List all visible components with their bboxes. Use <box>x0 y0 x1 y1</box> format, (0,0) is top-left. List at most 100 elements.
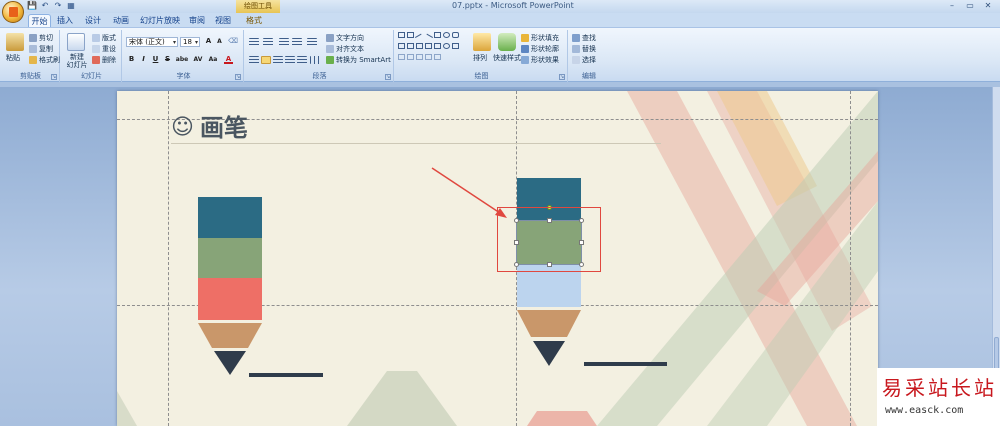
line-icon[interactable] <box>414 33 425 43</box>
font-name-combo[interactable]: 宋体 (正文) ▾ <box>126 37 178 47</box>
pencil1-coral-block[interactable] <box>198 278 262 320</box>
font-launcher-icon[interactable]: ↘ <box>235 74 241 80</box>
slide-title[interactable]: ☺ 画笔 <box>171 115 248 141</box>
oval-icon[interactable] <box>443 32 450 38</box>
paste-button[interactable]: 粘贴 <box>6 53 20 63</box>
tab-slide-show[interactable]: 幻灯片放映 <box>138 14 182 27</box>
quick-styles-button[interactable]: 快速样式 <box>493 53 521 63</box>
strikethrough-button[interactable]: S <box>163 55 172 64</box>
tab-view[interactable]: 视图 <box>212 14 234 27</box>
columns-icon[interactable] <box>310 56 320 64</box>
triangle-icon[interactable] <box>398 43 405 49</box>
close-button[interactable]: ✕ <box>980 0 996 11</box>
annotation-highlight-box <box>497 207 601 272</box>
pencil1-line[interactable] <box>249 373 323 377</box>
curve-icon[interactable] <box>398 54 405 60</box>
tab-review[interactable]: 审阅 <box>186 14 208 27</box>
rounded-rect-icon[interactable] <box>452 32 459 38</box>
font-size-combo[interactable]: 18 ▾ <box>180 37 200 47</box>
text-direction-button[interactable]: 文字方向 <box>326 33 364 43</box>
save-icon[interactable]: 💾 <box>27 1 37 11</box>
format-painter-button[interactable]: 格式刷 <box>29 55 60 65</box>
annotation-arrow-icon <box>431 167 507 218</box>
line-spacing-icon[interactable] <box>307 38 317 46</box>
textbox-icon[interactable] <box>407 32 414 38</box>
clipboard-launcher-icon[interactable]: ↘ <box>51 74 57 80</box>
rect-shape-icon[interactable] <box>434 32 441 38</box>
convert-smartart-button[interactable]: 转换为 SmartArt <box>326 55 391 65</box>
tab-format[interactable]: 格式 <box>241 14 267 27</box>
cut-button[interactable]: 剪切 <box>29 33 53 43</box>
slide-canvas[interactable]: ☺ 画笔 <box>117 91 878 426</box>
reset-button[interactable]: 重设 <box>92 44 116 54</box>
bullets-icon[interactable] <box>249 38 259 46</box>
replace-button[interactable]: 替换 <box>572 44 596 54</box>
smiley-icon[interactable] <box>443 43 450 49</box>
tab-animations[interactable]: 动画 <box>110 14 132 27</box>
pencil1-tip[interactable] <box>198 323 263 378</box>
freeform-icon[interactable] <box>407 54 414 60</box>
copy-button[interactable]: 复制 <box>29 44 53 54</box>
star-icon[interactable] <box>434 54 441 60</box>
char-spacing-button[interactable]: AV <box>192 55 204 64</box>
align-right-icon[interactable] <box>273 56 283 64</box>
connector-icon[interactable] <box>416 43 423 49</box>
pencil2-line[interactable] <box>584 362 667 366</box>
shape-outline-button[interactable]: 形状轮廓 <box>521 44 559 54</box>
arc-icon[interactable] <box>416 54 423 60</box>
new-slide-button[interactable]: 新建 幻灯片 <box>64 53 90 69</box>
shape-effects-button[interactable]: 形状效果 <box>521 55 559 65</box>
layout-button[interactable]: 版式 <box>92 33 116 43</box>
select-button[interactable]: 选择 <box>572 55 596 65</box>
office-button[interactable] <box>2 1 24 23</box>
distributed-icon[interactable] <box>297 56 307 64</box>
font-color-button[interactable]: A <box>224 55 233 64</box>
grow-font-button[interactable]: A <box>204 37 213 46</box>
fill-bucket-icon <box>521 34 529 42</box>
align-left-icon[interactable] <box>249 56 259 64</box>
scissors-icon <box>29 34 37 42</box>
customize-qat-icon[interactable]: ▦ <box>66 1 76 11</box>
undo-icon[interactable]: ↶ <box>40 1 50 11</box>
shape-fill-button[interactable]: 形状填充 <box>521 33 559 43</box>
delete-slide-button[interactable]: 删除 <box>92 55 116 65</box>
ribbon: 粘贴 剪切 复制 格式刷 剪贴板 ↘ 新建 幻灯片 版式 重设 删除 幻灯片 宋… <box>0 27 1000 82</box>
redo-icon[interactable]: ↷ <box>53 1 63 11</box>
arrow-right-icon[interactable] <box>425 43 432 49</box>
tab-home[interactable]: 开始 <box>28 14 51 27</box>
pencil2-tip[interactable] <box>517 310 582 367</box>
chevron-down-icon: ▾ <box>194 39 198 46</box>
change-case-button[interactable]: Aa <box>207 55 219 64</box>
maximize-button[interactable]: ▭ <box>962 0 978 11</box>
justify-icon[interactable] <box>285 56 295 64</box>
underline-button[interactable]: U <box>151 55 160 64</box>
arrange-button[interactable]: 排列 <box>473 53 487 63</box>
paragraph-launcher-icon[interactable]: ↘ <box>385 74 391 80</box>
increase-indent-icon[interactable] <box>292 38 302 46</box>
align-text-button[interactable]: 对齐文本 <box>326 44 364 54</box>
drawing-launcher-icon[interactable]: ↘ <box>559 74 565 80</box>
brace-icon[interactable] <box>425 54 432 60</box>
italic-button[interactable]: I <box>139 55 148 64</box>
align-center-icon[interactable] <box>261 56 271 64</box>
pencil1-teal-block[interactable] <box>198 197 262 238</box>
l-shape-icon[interactable] <box>407 43 414 49</box>
rectangle-icon[interactable] <box>398 32 405 38</box>
pencil1-sage-block[interactable] <box>198 238 262 278</box>
numbering-icon[interactable] <box>263 38 273 46</box>
tab-design[interactable]: 设计 <box>82 14 104 27</box>
find-button[interactable]: 查找 <box>572 33 596 43</box>
paragraph-group: 文字方向 对齐文本 转换为 SmartArt 段落 ↘ <box>246 30 394 82</box>
tab-insert[interactable]: 插入 <box>54 14 76 27</box>
shapes-gallery[interactable] <box>398 32 464 64</box>
block-arrow-icon[interactable] <box>452 43 459 49</box>
shrink-font-button[interactable]: A <box>215 37 224 46</box>
shadow-button[interactable]: abe <box>175 55 189 64</box>
arrow-line-icon[interactable] <box>423 33 434 43</box>
clear-format-button[interactable]: ⌫ <box>228 37 238 46</box>
bold-button[interactable]: B <box>127 55 136 64</box>
minimize-button[interactable]: – <box>944 0 960 11</box>
drawing-group-label: 绘图 <box>474 72 489 80</box>
arrow-down-icon[interactable] <box>434 43 441 49</box>
decrease-indent-icon[interactable] <box>279 38 289 46</box>
